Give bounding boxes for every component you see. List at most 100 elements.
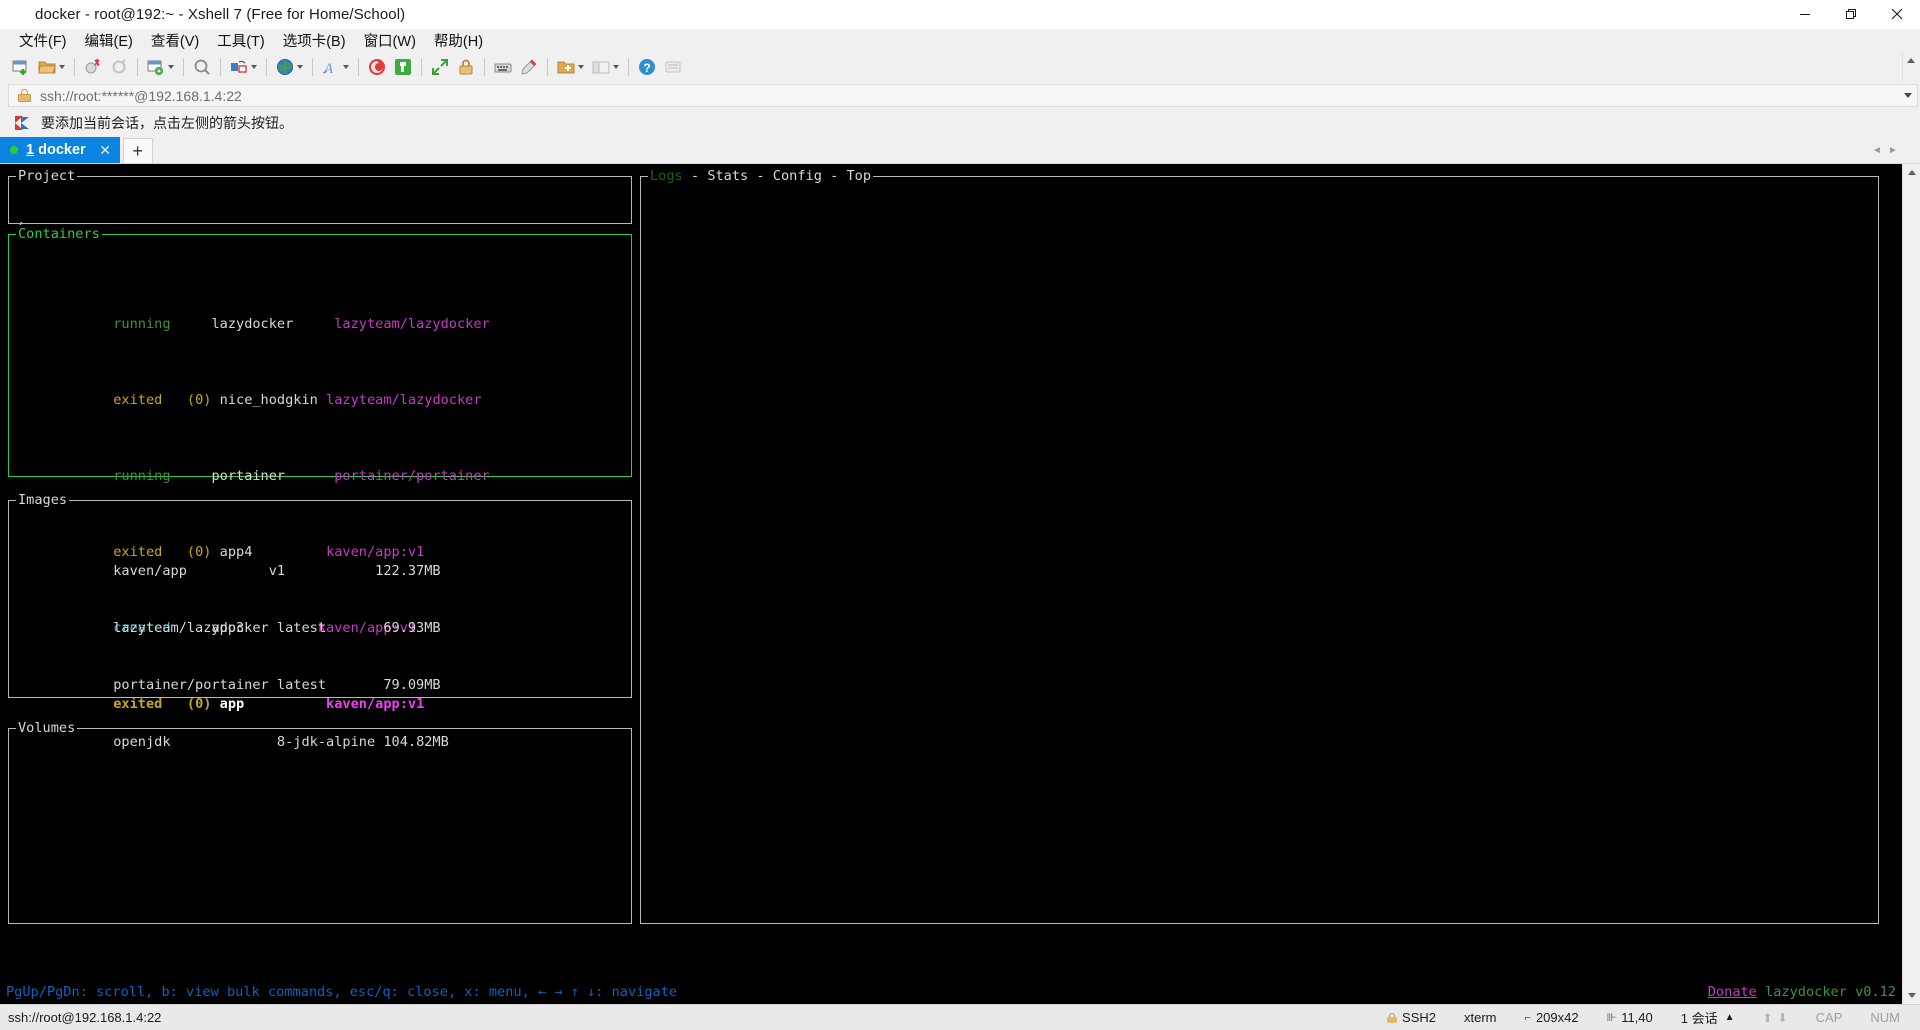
menu-tools[interactable]: 工具(T)	[208, 28, 274, 53]
layout-button[interactable]	[226, 55, 261, 79]
menu-edit[interactable]: 编辑(E)	[76, 28, 142, 53]
chevron-down-icon[interactable]	[166, 57, 175, 77]
xftp-button[interactable]	[390, 55, 416, 79]
status-protocol: SSH2	[1373, 1010, 1450, 1025]
container-row[interactable]: running portainer portainer/portainer	[15, 448, 627, 484]
lock-button[interactable]	[453, 55, 479, 79]
disconnect-icon	[83, 57, 103, 77]
highlight-button[interactable]	[516, 55, 542, 79]
status-sessions[interactable]: 1 会话 ▲	[1667, 1008, 1749, 1027]
session-url-input[interactable]: ssh://root:******@192.168.1.4:22	[8, 84, 1918, 107]
terminal-scrollbar[interactable]	[1902, 164, 1920, 1004]
chevron-down-icon[interactable]	[341, 57, 350, 77]
panes-button	[588, 55, 623, 79]
pane-volumes[interactable]: Volumes	[8, 719, 632, 924]
notes-button	[660, 55, 686, 79]
chevron-down-icon[interactable]	[295, 57, 304, 77]
scroll-up-icon[interactable]	[1903, 164, 1920, 181]
container-exit-code: (0)	[186, 392, 212, 408]
menu-bar: 文件(F) 编辑(E) 查看(V) 工具(T) 选项卡(B) 窗口(W) 帮助(…	[0, 29, 1920, 52]
xshell-button[interactable]	[364, 55, 390, 79]
tabbar-cap	[1901, 137, 1918, 163]
help-button[interactable]: ?	[634, 55, 660, 79]
image-size: 79.09MB	[383, 677, 441, 693]
help-icon: ?	[637, 57, 657, 77]
image-row[interactable]: kaven/app v1 122.37MB	[15, 543, 627, 579]
encoding-button[interactable]	[272, 55, 307, 79]
tab-title: docker	[34, 142, 86, 158]
tab-prev-icon[interactable]: ◄	[1869, 137, 1885, 163]
chevron-down-icon[interactable]	[1899, 85, 1917, 106]
lock-icon	[456, 57, 476, 77]
keyboard-button[interactable]	[490, 55, 516, 79]
pane-project[interactable]: Project /	[8, 167, 632, 236]
globe-icon	[275, 57, 295, 77]
donate-link[interactable]: Donate	[1708, 984, 1757, 1000]
open-session-button[interactable]	[34, 55, 69, 79]
disconnect-button[interactable]	[80, 55, 106, 79]
tab-docker[interactable]: 1 docker ✕	[0, 137, 120, 163]
lock-icon	[1387, 1012, 1398, 1023]
status-transfer-indicators: ⬆ ⬇	[1749, 1011, 1802, 1025]
find-button[interactable]	[189, 55, 215, 79]
image-repo: kaven/app	[113, 563, 187, 579]
image-repo: lazyteam/lazydocker	[113, 620, 269, 636]
status-size-label: 209x42	[1535, 1010, 1579, 1025]
lazydocker-terminal[interactable]: Project / Containers running lazydocker …	[0, 164, 1902, 1004]
font-button[interactable]: A	[318, 55, 353, 79]
status-connection: ssh://root@192.168.1.4:22	[8, 1010, 162, 1025]
pane-containers[interactable]: Containers running lazydocker lazyteam/l…	[8, 225, 632, 712]
image-size: 69.93MB	[383, 620, 441, 636]
toolbar-separator	[312, 58, 313, 76]
pane-main[interactable]: Logs - Stats - Config - Top	[640, 167, 1879, 924]
fullscreen-button[interactable]	[427, 55, 453, 79]
window-title: docker - root@192:~ - Xshell 7 (Free for…	[35, 5, 406, 23]
new-session-button[interactable]	[8, 55, 34, 79]
maximize-button[interactable]	[1828, 0, 1874, 28]
folder-add-button[interactable]	[553, 55, 588, 79]
chevron-up-icon[interactable]: ▲	[1725, 1012, 1735, 1023]
flag-icon	[15, 115, 32, 131]
chevron-down-icon[interactable]	[611, 57, 620, 77]
chevron-down-icon[interactable]	[57, 57, 66, 77]
scrollbar-thumb[interactable]	[1903, 181, 1920, 987]
chevron-down-icon[interactable]	[576, 57, 585, 77]
tab-next-icon[interactable]: ►	[1885, 137, 1901, 163]
toolbar-scroll-cap[interactable]	[1902, 52, 1920, 82]
container-status: running	[113, 468, 171, 484]
minimize-button[interactable]	[1782, 0, 1828, 28]
menu-file[interactable]: 文件(F)	[10, 28, 76, 53]
menu-window[interactable]: 窗口(W)	[355, 28, 425, 53]
image-tag: latest	[276, 677, 327, 693]
toolbar-separator	[137, 58, 138, 76]
arrow-down-icon: ⬇	[1777, 1010, 1788, 1025]
title-bar: docker - root@192:~ - Xshell 7 (Free for…	[0, 0, 1920, 29]
image-tag: v1	[268, 563, 286, 579]
open-folder-icon	[37, 57, 57, 77]
add-tab-button[interactable]: +	[122, 138, 153, 163]
close-button[interactable]	[1874, 0, 1920, 28]
pane-project-body: /	[15, 181, 627, 236]
container-row[interactable]: exited (0) nice_hodgkin lazyteam/lazydoc…	[15, 372, 627, 408]
menu-view[interactable]: 查看(V)	[142, 28, 208, 53]
keybinding-help: PgUp/PgDn: scroll, b: view bulk commands…	[6, 984, 678, 1000]
scroll-down-icon[interactable]	[1903, 987, 1920, 1004]
layout-icon	[229, 57, 249, 77]
new-session-icon	[11, 57, 31, 77]
container-image: lazyteam/lazydocker	[334, 316, 490, 332]
highlight-icon	[519, 57, 539, 77]
fullscreen-icon	[430, 57, 450, 77]
menu-help[interactable]: 帮助(H)	[425, 28, 492, 53]
container-name: portainer	[211, 468, 286, 484]
menu-tabs[interactable]: 选项卡(B)	[274, 28, 355, 53]
tab-label: 1 docker	[26, 142, 86, 158]
xftp-icon	[393, 57, 413, 77]
close-icon[interactable]: ✕	[99, 142, 112, 159]
pane-images[interactable]: Images kaven/app v1 122.37MB lazyteam/la…	[8, 491, 632, 750]
image-row[interactable]: lazyteam/lazydocker latest 69.93MB	[15, 600, 627, 636]
tab-status-dot	[10, 146, 18, 154]
chevron-down-icon[interactable]	[249, 57, 258, 77]
container-row[interactable]: running lazydocker lazyteam/lazydocker	[15, 296, 627, 332]
transfer-button[interactable]	[143, 55, 178, 79]
image-row[interactable]: portainer/portainer latest 79.09MB	[15, 657, 627, 693]
